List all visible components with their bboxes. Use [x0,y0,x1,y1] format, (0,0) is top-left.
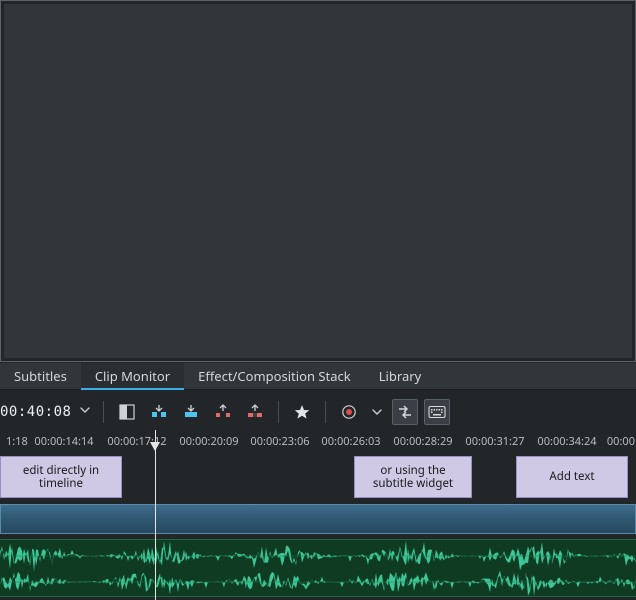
subtitle-track[interactable]: edit directly in timeline or using the su… [0,454,636,500]
chevron-down-icon [371,406,383,418]
ruler-tick: 00:00:20:09 [179,434,238,449]
subtitle-clip[interactable]: or using the subtitle widget [354,456,472,498]
insert-clip-icon [150,403,168,421]
timecode-display[interactable]: 00:40:08 [0,400,93,424]
tab-label: Subtitles [14,367,67,385]
playhead[interactable] [155,430,156,600]
insert-clip-button[interactable] [146,399,172,425]
audio-waveform [0,540,636,598]
audio-track[interactable] [0,539,636,597]
lift-zone-icon [246,403,264,421]
ruler-tick: 00:00:28:29 [393,434,452,449]
separator [278,401,279,423]
keyboard-icon [428,405,446,419]
record-options-button[interactable] [368,399,386,425]
separator [325,401,326,423]
clip-monitor-frame [0,0,636,362]
record-button[interactable] [336,399,362,425]
ruler-tick: 00:00:26:03 [321,434,380,449]
tab-label: Clip Monitor [95,367,170,385]
preview-compare-button[interactable] [392,399,418,425]
ruler-tick: 00:00:23:06 [250,434,309,449]
timeline[interactable]: 1:1800:00:14:1400:00:17:1200:00:20:0900:… [0,430,636,600]
tab-effect-stack[interactable]: Effect/Composition Stack [184,363,365,389]
zone-toggle-button[interactable] [114,399,140,425]
tab-library[interactable]: Library [365,363,436,389]
record-icon [340,403,358,421]
favorite-effects-button[interactable] [289,399,315,425]
timeline-toolbar: 00:40:08 [0,394,636,430]
ruler-tick: 00:00:34:24 [537,434,596,449]
tab-label: Library [379,367,422,385]
tab-clip-monitor[interactable]: Clip Monitor [81,363,184,389]
ruler-tick: 00:00 [607,434,635,449]
ruler-tick: 00:00:31:27 [465,434,524,449]
timecode-value: 00:40:08 [0,404,71,420]
overwrite-clip-icon [182,403,200,421]
extract-zone-icon [214,403,232,421]
zone-toggle-icon [118,403,136,421]
lift-zone-button[interactable] [242,399,268,425]
overwrite-clip-button[interactable] [178,399,204,425]
timeline-ruler[interactable]: 1:1800:00:14:1400:00:17:1200:00:20:0900:… [0,430,636,454]
separator [103,401,104,423]
video-clip[interactable] [0,504,636,534]
clip-monitor-viewport[interactable] [4,4,632,358]
video-track[interactable] [0,504,636,536]
tab-subtitles[interactable]: Subtitles [0,363,81,389]
ruler-tick: 1:18 [6,434,28,449]
ruler-tick: 00:00:14:14 [34,434,93,449]
keyboard-button[interactable] [424,399,450,425]
extract-zone-button[interactable] [210,399,236,425]
monitor-tabs: Subtitles Clip Monitor Effect/Compositio… [0,363,636,390]
chevron-down-icon[interactable] [79,404,91,420]
subtitle-clip[interactable]: Add text [516,456,628,498]
preview-compare-icon [396,403,414,421]
star-icon [293,403,311,421]
tab-label: Effect/Composition Stack [198,367,351,385]
subtitle-clip[interactable]: edit directly in timeline [0,456,122,498]
audio-clip[interactable] [0,539,636,597]
